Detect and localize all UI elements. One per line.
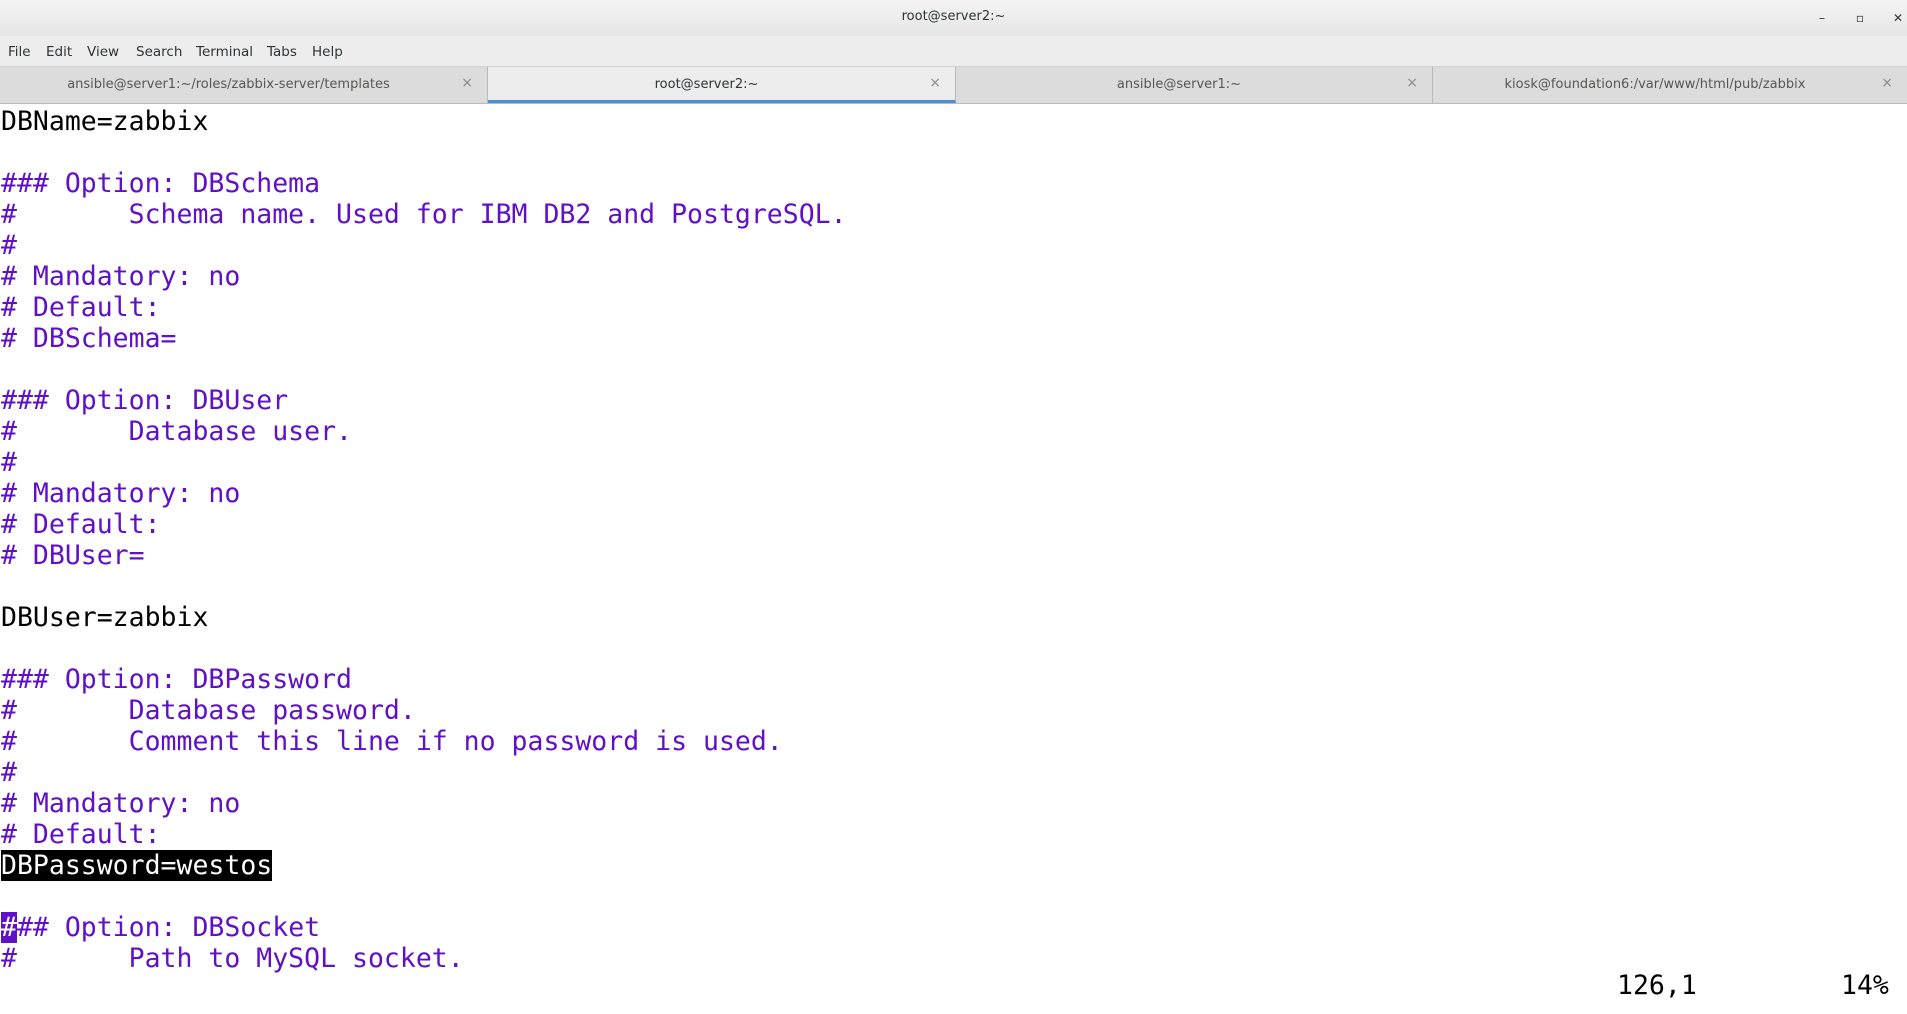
- terminal-line: DBUser=zabbix: [1, 602, 209, 633]
- terminal-line: ### Option: DBSchema: [1, 168, 321, 199]
- tab-root-server2[interactable]: root@server2:~ ×: [488, 67, 956, 103]
- terminal-line: # Path to MySQL socket.: [1, 943, 464, 974]
- cursor-position: 126,1: [1617, 970, 1697, 1001]
- menu-help[interactable]: Help: [312, 44, 343, 60]
- terminal-line-cursor: ### Option: DBSocket: [1, 912, 320, 943]
- tab-label: kiosk@foundation6:/var/www/html/pub/zabb…: [1504, 77, 1806, 92]
- tab-close-icon[interactable]: ×: [1881, 75, 1893, 91]
- minimize-icon[interactable]: –: [1812, 8, 1832, 28]
- terminal-line: ### Option: DBPassword: [1, 664, 352, 695]
- tab-label: root@server2:~: [654, 77, 759, 92]
- cursor-line-text: ## Option: DBSocket: [16, 912, 321, 943]
- tab-ansible-templates[interactable]: ansible@server1:~/roles/zabbix-server/te…: [0, 67, 488, 103]
- tab-bar: ansible@server1:~/roles/zabbix-server/te…: [0, 67, 1907, 104]
- terminal-line: #: [1, 230, 17, 261]
- terminal-line: #: [1, 447, 17, 478]
- menu-file[interactable]: File: [8, 44, 31, 60]
- maximize-icon[interactable]: ▫: [1850, 8, 1870, 28]
- tab-close-icon[interactable]: ×: [929, 75, 941, 91]
- terminal-line: # DBUser=: [1, 540, 145, 571]
- tab-label: ansible@server1:~: [1116, 77, 1242, 92]
- menu-search[interactable]: Search: [136, 44, 182, 60]
- menu-tabs[interactable]: Tabs: [267, 44, 297, 60]
- tab-ansible-server1[interactable]: ansible@server1:~ ×: [956, 67, 1433, 103]
- terminal-line: ### Option: DBUser: [1, 385, 289, 416]
- window-title: root@server2:~: [901, 9, 1006, 24]
- scroll-percent: 14%: [1841, 970, 1889, 1001]
- terminal-line: # Default:: [1, 292, 161, 323]
- tab-close-icon[interactable]: ×: [461, 75, 473, 91]
- close-icon[interactable]: ✕: [1888, 8, 1907, 28]
- terminal-line: # Default:: [1, 509, 161, 540]
- terminal-line: #: [1, 757, 17, 788]
- terminal-line: # Database password.: [1, 695, 416, 726]
- terminal-line: # DBSchema=: [1, 323, 177, 354]
- tab-close-icon[interactable]: ×: [1406, 75, 1418, 91]
- terminal-line: # Default:: [1, 819, 161, 850]
- terminal-line: # Comment this line if no password is us…: [1, 726, 783, 757]
- menu-view[interactable]: View: [87, 44, 119, 60]
- terminal-line: # Mandatory: no: [1, 261, 241, 292]
- terminal-line-selected: DBPassword=westos: [1, 850, 273, 881]
- terminal-line: # Database user.: [1, 416, 352, 447]
- terminal-content[interactable]: DBName=zabbix ### Option: DBSchema # Sch…: [0, 104, 1907, 1014]
- terminal-line: DBName=zabbix: [1, 106, 209, 137]
- terminal-line: # Mandatory: no: [1, 478, 241, 509]
- tab-label: ansible@server1:~/roles/zabbix-server/te…: [67, 77, 390, 92]
- terminal-line: # Schema name. Used for IBM DB2 and Post…: [1, 199, 847, 230]
- menu-bar: File Edit View Search Terminal Tabs Help: [0, 36, 1907, 67]
- menu-edit[interactable]: Edit: [46, 44, 72, 60]
- title-bar[interactable]: root@server2:~ – ▫ ✕: [0, 0, 1907, 36]
- tab-kiosk-foundation6[interactable]: kiosk@foundation6:/var/www/html/pub/zabb…: [1433, 67, 1907, 103]
- text-cursor: #: [1, 912, 17, 943]
- terminal-window: root@server2:~ – ▫ ✕ File Edit View Sear…: [0, 0, 1907, 1014]
- selection-highlight: DBPassword=westos: [1, 850, 273, 881]
- menu-terminal[interactable]: Terminal: [196, 44, 253, 60]
- terminal-line: # Mandatory: no: [1, 788, 241, 819]
